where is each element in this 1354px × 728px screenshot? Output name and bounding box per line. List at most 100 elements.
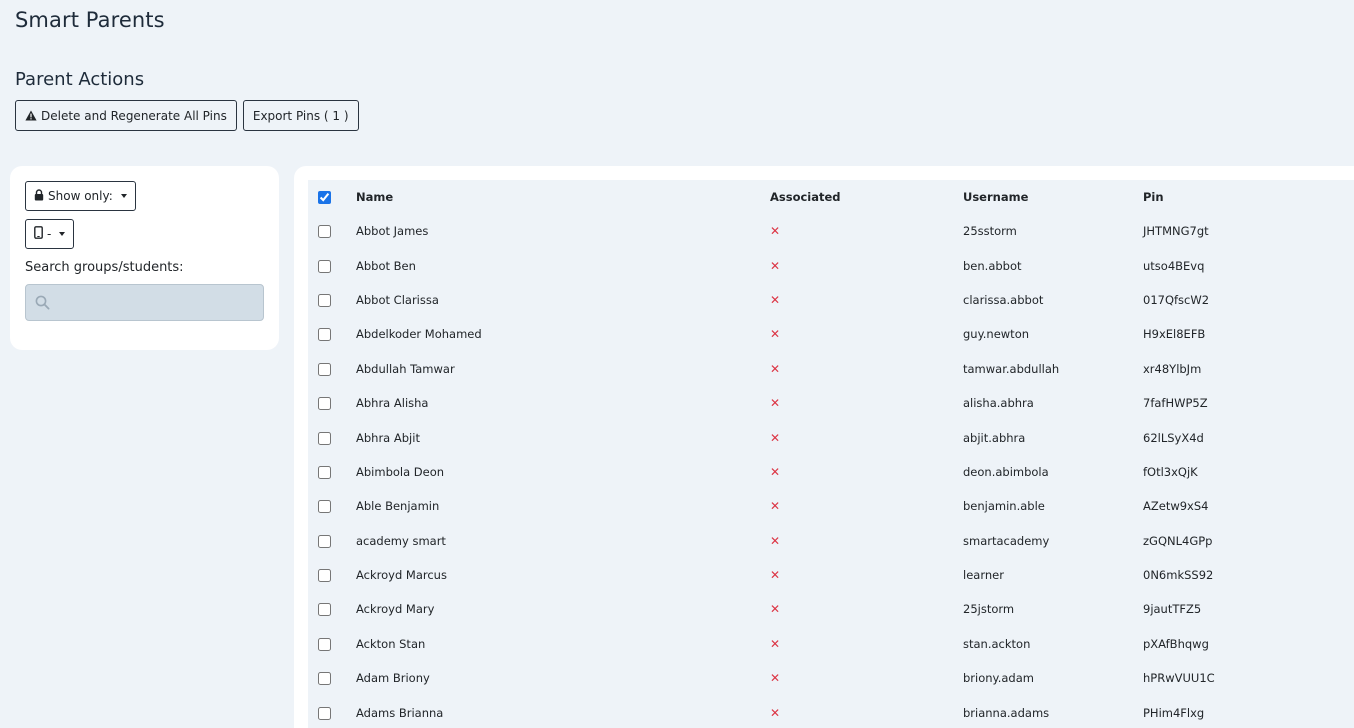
- row-checkbox[interactable]: [318, 500, 331, 514]
- row-checkbox[interactable]: [318, 225, 331, 239]
- cell-name: Abdelkoder Mohamed: [356, 327, 482, 342]
- cross-icon: ✕: [770, 396, 781, 411]
- cross-icon: ✕: [770, 671, 781, 686]
- row-checkbox[interactable]: [318, 465, 331, 479]
- cell-name: Abbot Ben: [356, 258, 416, 273]
- search-label: Search groups/students:: [25, 260, 184, 275]
- row-checkbox[interactable]: [318, 637, 331, 651]
- cell-pin: JHTMNG7gt: [1143, 224, 1209, 239]
- cross-icon: ✕: [770, 224, 781, 239]
- pins-table-card: Name Associated Username Pin Abbot James…: [294, 166, 1354, 728]
- row-checkbox[interactable]: [318, 259, 331, 273]
- cell-username: deon.abimbola: [963, 464, 1049, 479]
- cell-name: Adam Briony: [356, 671, 430, 686]
- cell-name: Ackroyd Mary: [356, 602, 435, 617]
- row-checkbox[interactable]: [318, 569, 331, 583]
- chevron-down-icon: [120, 194, 127, 198]
- lock-icon: [34, 188, 44, 204]
- pins-table: Name Associated Username Pin Abbot James…: [308, 180, 1354, 728]
- column-header-username[interactable]: Username: [963, 180, 1143, 214]
- cell-username: alisha.abhra: [963, 396, 1034, 411]
- cell-username: ben.abbot: [963, 258, 1022, 273]
- cell-pin: utso4BEvq: [1143, 258, 1205, 273]
- cell-username: abjit.abhra: [963, 430, 1026, 445]
- warning-triangle-icon: [25, 110, 37, 121]
- table-row[interactable]: Abdelkoder Mohamed ✕ guy.newton H9xEl8EFB: [308, 317, 1354, 351]
- search-icon: [35, 295, 50, 314]
- table-row[interactable]: Abdullah Tamwar ✕ tamwar.abdullah xr48YlbJm: [308, 352, 1354, 386]
- select-all-checkbox[interactable]: [318, 191, 331, 204]
- table-header-row: Name Associated Username Pin: [308, 180, 1354, 214]
- table-row[interactable]: Abhra Alisha ✕ alisha.abhra 7fafHWP5Z: [308, 386, 1354, 420]
- table-row[interactable]: Adam Briony ✕ briony.adam hPRwVUU1C: [308, 661, 1354, 695]
- cell-pin: 9jautTFZ5: [1143, 602, 1202, 617]
- delete-regenerate-pins-label: Delete and Regenerate All Pins: [41, 108, 227, 123]
- column-header-associated[interactable]: Associated: [770, 180, 963, 214]
- row-checkbox[interactable]: [318, 534, 331, 548]
- cell-name: Abimbola Deon: [356, 464, 445, 479]
- table-row[interactable]: Ackton Stan ✕ stan.ackton pXAfBhqwg: [308, 627, 1354, 661]
- cell-pin: xr48YlbJm: [1143, 361, 1202, 376]
- search-field[interactable]: [25, 284, 264, 321]
- cell-username: briony.adam: [963, 671, 1034, 686]
- cell-pin: hPRwVUU1C: [1143, 671, 1215, 686]
- row-checkbox[interactable]: [318, 293, 331, 307]
- cell-pin: 62lLSyX4d: [1143, 430, 1204, 445]
- cell-pin: 017QfscW2: [1143, 292, 1210, 307]
- cross-icon: ✕: [770, 464, 781, 479]
- cell-pin: PHim4Flxg: [1143, 705, 1205, 720]
- row-checkbox[interactable]: [318, 706, 331, 720]
- export-pins-label: Export Pins ( 1 ): [252, 108, 349, 123]
- cell-username: 25sstorm: [963, 224, 1017, 239]
- cell-name: Abbot Clarissa: [356, 292, 439, 307]
- cell-name: Able Benjamin: [356, 499, 440, 514]
- table-row[interactable]: Abimbola Deon ✕ deon.abimbola fOtl3xQjK: [308, 455, 1354, 489]
- cell-name: academy smart: [356, 533, 446, 548]
- row-checkbox[interactable]: [318, 431, 331, 445]
- row-checkbox[interactable]: [318, 328, 331, 342]
- cross-icon: ✕: [770, 568, 781, 583]
- row-checkbox[interactable]: [318, 397, 331, 411]
- chevron-down-icon: [59, 232, 66, 236]
- row-checkbox[interactable]: [318, 603, 331, 617]
- cross-icon: ✕: [770, 292, 781, 307]
- device-filter-dropdown[interactable]: -: [25, 219, 75, 249]
- table-row[interactable]: Ackroyd Marcus ✕ learner 0N6mkSS92: [308, 558, 1354, 592]
- cell-pin: zGQNL4GPp: [1143, 533, 1213, 548]
- cross-icon: ✕: [770, 705, 781, 720]
- filter-panel: Show only: - Search groups/students:: [10, 166, 279, 350]
- column-header-pin[interactable]: Pin: [1143, 180, 1354, 214]
- cross-icon: ✕: [770, 258, 781, 273]
- table-row[interactable]: Abbot James ✕ 25sstorm JHTMNG7gt: [308, 214, 1354, 248]
- cell-username: smartacademy: [963, 533, 1050, 548]
- cell-username: learner: [963, 568, 1004, 583]
- show-only-dropdown[interactable]: Show only:: [25, 181, 136, 211]
- row-checkbox[interactable]: [318, 362, 331, 376]
- cell-pin: 0N6mkSS92: [1143, 568, 1214, 583]
- cell-pin: AZetw9xS4: [1143, 499, 1209, 514]
- cell-username: 25jstorm: [963, 602, 1015, 617]
- cross-icon: ✕: [770, 327, 781, 342]
- table-row[interactable]: Abhra Abjit ✕ abjit.abhra 62lLSyX4d: [308, 420, 1354, 454]
- row-checkbox[interactable]: [318, 672, 331, 686]
- parent-actions-toolbar: Delete and Regenerate All Pins Export Pi…: [15, 100, 359, 131]
- table-row[interactable]: Able Benjamin ✕ benjamin.able AZetw9xS4: [308, 489, 1354, 523]
- cell-name: Abhra Alisha: [356, 396, 429, 411]
- export-pins-button[interactable]: Export Pins ( 1 ): [242, 100, 359, 131]
- table-row[interactable]: Abbot Ben ✕ ben.abbot utso4BEvq: [308, 248, 1354, 282]
- cell-pin: 7fafHWP5Z: [1143, 396, 1208, 411]
- table-row[interactable]: academy smart ✕ smartacademy zGQNL4GPp: [308, 524, 1354, 558]
- column-header-name[interactable]: Name: [356, 180, 770, 214]
- table-row[interactable]: Ackroyd Mary ✕ 25jstorm 9jautTFZ5: [308, 592, 1354, 626]
- delete-regenerate-pins-button[interactable]: Delete and Regenerate All Pins: [15, 100, 237, 131]
- table-row[interactable]: Abbot Clarissa ✕ clarissa.abbot 017QfscW2: [308, 283, 1354, 317]
- cell-pin: H9xEl8EFB: [1143, 327, 1206, 342]
- phone-icon: [34, 226, 43, 242]
- cell-name: Adams Brianna: [356, 705, 444, 720]
- cell-pin: pXAfBhqwg: [1143, 636, 1209, 651]
- search-input[interactable]: [56, 285, 261, 320]
- section-title: Parent Actions: [15, 69, 145, 90]
- cell-username: benjamin.able: [963, 499, 1045, 514]
- show-only-label: Show only:: [48, 189, 113, 203]
- table-row[interactable]: Adams Brianna ✕ brianna.adams PHim4Flxg: [308, 695, 1354, 728]
